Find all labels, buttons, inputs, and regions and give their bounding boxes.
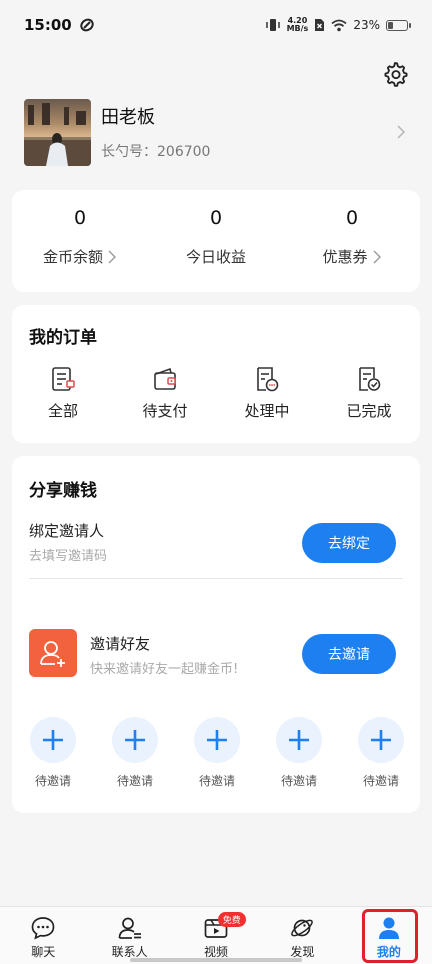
- bind-inviter-title: 绑定邀请人: [29, 522, 105, 540]
- stat-today-earnings[interactable]: 0 今日收益: [148, 190, 284, 292]
- divider: [29, 578, 403, 579]
- bind-button[interactable]: 去绑定: [302, 523, 396, 563]
- slot-label: 待邀请: [34, 774, 71, 788]
- order-completed[interactable]: 已完成: [318, 365, 420, 421]
- slot-label: 待邀请: [116, 774, 153, 788]
- wifi-icon: [331, 19, 347, 31]
- orders-card: 我的订单 全部 待支付 处理中 已完成: [12, 305, 420, 443]
- order-pending-payment[interactable]: 待支付: [114, 365, 216, 421]
- bottom-tab-bar: 聊天 联系人 免费 视频 发现 我的: [0, 906, 432, 964]
- share-card: 分享赚钱 绑定邀请人 去填写邀请码 去绑定 邀请好友 快来邀请好友一起赚金币! …: [12, 456, 420, 813]
- gear-icon[interactable]: [382, 61, 408, 87]
- chevron-right-icon: [373, 250, 381, 263]
- tab-label: 聊天: [31, 945, 56, 959]
- invite-friend-title: 邀请好友: [90, 635, 151, 653]
- battery-icon: [386, 19, 411, 31]
- plus-icon: [125, 730, 145, 750]
- bind-inviter-subtitle: 去填写邀请码: [29, 549, 108, 564]
- avatar[interactable]: [24, 98, 91, 166]
- invite-slot[interactable]: 待邀请: [110, 717, 160, 789]
- plus-icon: [43, 730, 63, 750]
- stat-coupons[interactable]: 0 优惠券: [284, 190, 420, 292]
- plus-icon: [371, 730, 391, 750]
- stat-label: 金币余额: [42, 248, 103, 266]
- invite-friend-subtitle: 快来邀请好友一起赚金币!: [90, 662, 239, 677]
- slot-label: 待邀请: [198, 774, 235, 788]
- stat-label: 优惠券: [322, 248, 368, 266]
- chevron-right-icon: [108, 250, 116, 263]
- chevron-right-icon: [397, 125, 406, 139]
- slot-label: 待邀请: [362, 774, 399, 788]
- contacts-icon: [118, 917, 141, 939]
- net-speed-unit: MB/s: [286, 24, 309, 33]
- order-all[interactable]: 全部: [12, 365, 114, 421]
- order-processing[interactable]: 处理中: [216, 365, 318, 421]
- free-badge: 免费: [217, 912, 246, 927]
- planet-icon: [291, 919, 314, 937]
- stat-value: 0: [209, 207, 223, 229]
- orders-title: 我的订单: [29, 328, 97, 348]
- order-label: 全部: [47, 402, 78, 420]
- tab-video[interactable]: 免费 视频: [173, 907, 259, 964]
- invite-friend-icon: [29, 629, 77, 677]
- stat-label: 今日收益: [185, 248, 246, 266]
- invite-slot[interactable]: 待邀请: [28, 717, 78, 789]
- share-title: 分享赚钱: [29, 481, 97, 501]
- stat-coin-balance[interactable]: 0 金币余额: [12, 190, 148, 292]
- order-label: 已完成: [346, 402, 392, 420]
- order-label: 待支付: [142, 402, 188, 420]
- invite-slots: 待邀请 待邀请 待邀请 待邀请 待邀请: [12, 717, 420, 789]
- order-label: 处理中: [244, 402, 290, 420]
- no-sim-icon: [315, 19, 325, 31]
- invite-button[interactable]: 去邀请: [302, 634, 396, 674]
- home-indicator[interactable]: [130, 958, 302, 962]
- invite-slot[interactable]: 待邀请: [192, 717, 242, 789]
- tab-label: 我的: [376, 945, 401, 959]
- profile-id: 长勺号：206700: [101, 144, 211, 160]
- vibrate-icon: [265, 19, 280, 31]
- wallet-icon: [154, 367, 176, 390]
- tab-contacts[interactable]: 联系人: [86, 907, 172, 964]
- status-bar: 15:00 4.20 MB/s 23%: [0, 0, 432, 50]
- tab-me[interactable]: 我的: [346, 907, 432, 964]
- tab-chat[interactable]: 聊天: [0, 907, 86, 964]
- battery-percent: 23%: [353, 18, 380, 32]
- processing-icon: [257, 367, 279, 392]
- status-time: 15:00: [24, 16, 72, 34]
- avatar-photo: [24, 102, 91, 166]
- slot-label: 待邀请: [280, 774, 317, 788]
- invite-slot[interactable]: 待邀请: [356, 717, 406, 789]
- profile-name: 田老板: [101, 107, 155, 128]
- link-icon: [80, 18, 94, 32]
- invite-slot[interactable]: 待邀请: [274, 717, 324, 789]
- stat-value: 0: [73, 207, 87, 229]
- tab-discover[interactable]: 发现: [259, 907, 345, 964]
- stat-value: 0: [345, 207, 359, 229]
- completed-icon: [359, 367, 381, 391]
- network-speed: 4.20 MB/s: [287, 17, 309, 33]
- person-icon: [378, 917, 399, 939]
- order-all-icon: [52, 367, 75, 391]
- chat-icon: [31, 917, 55, 940]
- profile-header[interactable]: 田老板 长勺号：206700: [24, 98, 408, 166]
- plus-icon: [207, 730, 227, 750]
- plus-icon: [289, 730, 309, 750]
- stats-card: 0 金币余额 0 今日收益 0 优惠券: [12, 190, 420, 292]
